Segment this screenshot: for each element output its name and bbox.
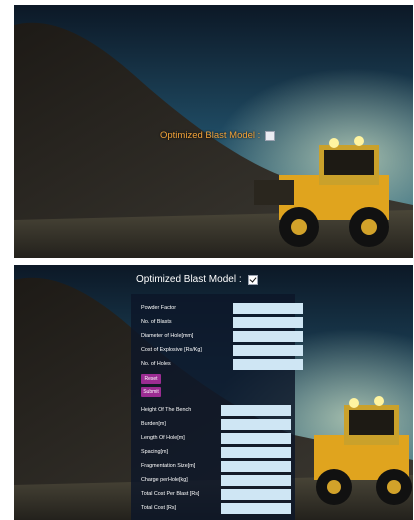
form-row-burden: Burden[m] [141,418,291,430]
form-row-fragmentation: Fragmentation Size[m] [141,460,291,472]
field-label: Charge perHole[kg] [141,477,188,483]
spacing-output[interactable] [221,446,291,458]
optimized-blast-checkbox[interactable] [265,130,276,141]
burden-output[interactable] [221,418,291,430]
reset-button[interactable]: Reset [141,374,161,384]
form-row-spacing: Spacing[m] [141,446,291,458]
total-cost-output[interactable] [221,502,291,514]
optimized-blast-checkbox[interactable] [247,274,258,285]
app-screen-checked: Optimized Blast Model : Powder Factor No… [14,265,413,520]
form-row-diameter: Diameter of Hole[mm] [141,330,303,342]
field-label: Diameter of Hole[mm] [141,333,194,339]
fragmentation-size-output[interactable] [221,460,291,472]
field-label: Height Of The Bench [141,407,192,413]
field-label: Fragmentation Size[m] [141,463,196,469]
optimized-blast-toggle[interactable]: Optimized Blast Model : [160,130,276,141]
powder-factor-input[interactable] [233,302,303,314]
field-label: Cost of Explosive [Rs/Kg] [141,347,202,353]
submit-button[interactable]: Submit [141,387,161,397]
app-screen-unchecked: Optimized Blast Model : [14,5,413,258]
form-row-total-cost-per-blast: Total Cost Per Blast [Rs] [141,488,291,500]
form-row-no-of-blasts: No. of Blasts [141,316,303,328]
form-row-no-of-holes: No. of Holes [141,358,303,370]
field-label: Length Of Hole[m] [141,435,185,441]
total-cost-per-blast-output[interactable] [221,488,291,500]
toggle-label: Optimized Blast Model : [160,130,261,141]
blast-model-form: Powder Factor No. of Blasts Diameter of … [131,294,303,520]
field-label: Total Cost [Rs] [141,505,177,511]
field-label: No. of Holes [141,361,171,367]
form-row-cost-explosive: Cost of Explosive [Rs/Kg] [141,344,303,356]
no-of-holes-input[interactable] [233,358,303,370]
length-of-hole-output[interactable] [221,432,291,444]
no-of-blasts-input[interactable] [233,316,303,328]
diameter-of-hole-input[interactable] [233,330,303,342]
form-row-charge-per-hole: Charge perHole[kg] [141,474,291,486]
form-row-powder-factor: Powder Factor [141,302,303,314]
field-label: Spacing[m] [141,449,168,455]
form-row-bench-height: Height Of The Bench [141,404,291,416]
height-of-bench-output[interactable] [221,404,291,416]
optimized-blast-toggle[interactable]: Optimized Blast Model : [136,274,258,285]
cost-of-explosive-input[interactable] [233,344,303,356]
field-label: Total Cost Per Blast [Rs] [141,491,200,497]
field-label: No. of Blasts [141,319,172,325]
field-label: Burden[m] [141,421,166,427]
field-label: Powder Factor [141,305,177,311]
charge-per-hole-output[interactable] [221,474,291,486]
form-row-total-cost: Total Cost [Rs] [141,502,291,514]
form-row-length-of-hole: Length Of Hole[m] [141,432,291,444]
toggle-label: Optimized Blast Model : [136,274,242,285]
